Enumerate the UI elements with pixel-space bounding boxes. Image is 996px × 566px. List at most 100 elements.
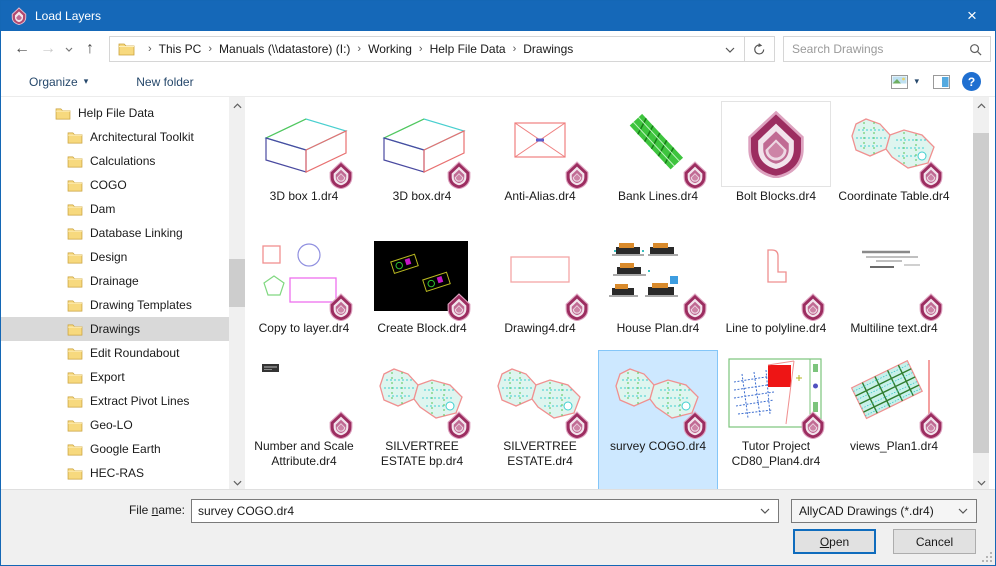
file-name-label: 3D box 1.dr4 bbox=[270, 189, 339, 204]
scroll-up-icon[interactable] bbox=[973, 97, 989, 114]
sidebar-item-calculations[interactable]: Calculations bbox=[1, 149, 229, 173]
file-item-copy-to-layer-dr4[interactable]: Copy to layer.dr4 bbox=[245, 233, 363, 351]
organize-button[interactable]: Organize ▾ bbox=[19, 67, 98, 96]
sidebar-item-architectural-toolkit[interactable]: Architectural Toolkit bbox=[1, 125, 229, 149]
file-name-dropdown-icon[interactable] bbox=[752, 508, 778, 514]
close-button[interactable]: × bbox=[949, 1, 995, 31]
breadcrumb-item[interactable]: Drawings bbox=[523, 42, 573, 56]
help-button[interactable]: ? bbox=[962, 72, 981, 91]
forward-button[interactable]: → bbox=[35, 36, 61, 62]
breadcrumb-item[interactable]: Manuals (\\datastore) (I:) bbox=[219, 42, 350, 56]
breadcrumb-separator-icon: › bbox=[506, 43, 524, 55]
houses-thumbnail bbox=[603, 233, 713, 319]
sidebar-item-drainage[interactable]: Drainage bbox=[1, 269, 229, 293]
scrollbar-thumb[interactable] bbox=[229, 259, 245, 307]
file-item-views-plan1-dr4[interactable]: views_Plan1.dr4 bbox=[835, 351, 953, 505]
file-item-create-block-dr4[interactable]: Create Block.dr4 bbox=[363, 233, 481, 351]
file-name-label: views_Plan1.dr4 bbox=[850, 439, 938, 454]
sidebar-item-drawing-templates[interactable]: Drawing Templates bbox=[1, 293, 229, 317]
sidebar-item-dam[interactable]: Dam bbox=[1, 197, 229, 221]
allycad-badge-icon bbox=[683, 293, 707, 321]
file-item-line-to-polyline-dr4[interactable]: Line to polyline.dr4 bbox=[717, 233, 835, 351]
sidebar-item-label: HEC-RAS bbox=[90, 466, 144, 480]
sidebar-item-help-file-data[interactable]: Help File Data bbox=[1, 101, 229, 125]
box3d-thumbnail bbox=[249, 101, 359, 187]
file-name-label: survey COGO.dr4 bbox=[610, 439, 706, 454]
file-name-label: Tutor Project CD80_Plan4.dr4 bbox=[720, 439, 832, 469]
thumbnail-view-icon bbox=[891, 75, 908, 89]
file-item-bolt-blocks-dr4[interactable]: Bolt Blocks.dr4 bbox=[717, 101, 835, 233]
search-box[interactable] bbox=[783, 36, 991, 62]
file-item-anti-alias-dr4[interactable]: Anti-Alias.dr4 bbox=[481, 101, 599, 233]
file-name-combobox[interactable] bbox=[191, 499, 779, 523]
file-item-silvertree-estate-bp-dr4[interactable]: SILVERTREE ESTATE bp.dr4 bbox=[363, 351, 481, 505]
file-item-number-and-scale-attribute-dr4[interactable]: Number and Scale Attribute.dr4 bbox=[245, 351, 363, 505]
breadcrumb-item[interactable]: Help File Data bbox=[430, 42, 506, 56]
title-bar[interactable]: Load Layers × bbox=[1, 1, 995, 31]
breadcrumb-item[interactable]: Working bbox=[368, 42, 412, 56]
folder-icon bbox=[67, 131, 83, 144]
navigation-bar: ← → ↑ ›This PC›Manuals (\\datastore) (I:… bbox=[1, 31, 995, 67]
sidebar-item-drawings[interactable]: Drawings bbox=[1, 317, 229, 341]
sidebar-item-geo-lo[interactable]: Geo-LO bbox=[1, 413, 229, 437]
file-name-label: Line to polyline.dr4 bbox=[726, 321, 827, 336]
search-input[interactable] bbox=[792, 42, 969, 56]
hatch-thumbnail bbox=[603, 101, 713, 187]
sidebar-scrollbar[interactable] bbox=[229, 97, 245, 491]
file-item-multiline-text-dr4[interactable]: Multiline text.dr4 bbox=[835, 233, 953, 351]
file-item-drawing4-dr4[interactable]: Drawing4.dr4 bbox=[481, 233, 599, 351]
dialog-footer: File name: AllyCAD Drawings (*.dr4) Open… bbox=[1, 489, 995, 565]
file-type-select[interactable]: AllyCAD Drawings (*.dr4) bbox=[791, 499, 977, 523]
file-item-house-plan-dr4[interactable]: House Plan.dr4 bbox=[599, 233, 717, 351]
folder-icon bbox=[67, 155, 83, 168]
address-dropdown-chevron-icon[interactable] bbox=[716, 42, 744, 56]
file-name-label: 3D box.dr4 bbox=[393, 189, 452, 204]
sidebar-item-label: Export bbox=[90, 370, 125, 384]
new-folder-button[interactable]: New folder bbox=[126, 67, 203, 96]
allycad-badge-icon bbox=[329, 293, 353, 321]
scroll-up-icon[interactable] bbox=[229, 97, 245, 114]
allycad-badge-icon bbox=[565, 161, 589, 189]
mapblob-thumbnail bbox=[603, 351, 713, 437]
file-name-label: Drawing4.dr4 bbox=[504, 321, 575, 336]
file-name-label: House Plan.dr4 bbox=[617, 321, 700, 336]
scrollbar-thumb[interactable] bbox=[973, 133, 989, 453]
view-mode-button[interactable]: ▾ bbox=[889, 75, 921, 89]
file-grid-scrollbar[interactable] bbox=[973, 97, 989, 491]
sidebar-item-database-linking[interactable]: Database Linking bbox=[1, 221, 229, 245]
organize-dropdown-icon: ▾ bbox=[84, 76, 89, 87]
sidebar-item-cogo[interactable]: COGO bbox=[1, 173, 229, 197]
preview-pane-button[interactable] bbox=[931, 75, 952, 89]
allycad-badge-icon bbox=[801, 411, 825, 439]
open-button[interactable]: Open bbox=[793, 529, 876, 554]
file-item-tutor-project-cd80-plan4-dr4[interactable]: Tutor Project CD80_Plan4.dr4 bbox=[717, 351, 835, 505]
resize-grip[interactable] bbox=[981, 551, 993, 563]
file-item-3d-box-1-dr4[interactable]: 3D box 1.dr4 bbox=[245, 101, 363, 233]
up-button[interactable]: ↑ bbox=[77, 36, 103, 62]
history-chevron-icon[interactable] bbox=[61, 36, 77, 62]
refresh-button[interactable] bbox=[745, 36, 775, 62]
file-name-input[interactable] bbox=[192, 504, 752, 518]
sidebar-item-extract-pivot-lines[interactable]: Extract Pivot Lines bbox=[1, 389, 229, 413]
sidebar-item-google-earth[interactable]: Google Earth bbox=[1, 437, 229, 461]
organize-label: Organize bbox=[29, 75, 78, 89]
file-name-label: Copy to layer.dr4 bbox=[259, 321, 350, 336]
cancel-button[interactable]: Cancel bbox=[893, 529, 976, 554]
breadcrumb-item[interactable]: This PC bbox=[159, 42, 202, 56]
sidebar-item-hec-ras[interactable]: HEC-RAS bbox=[1, 461, 229, 485]
file-item-3d-box-dr4[interactable]: 3D box.dr4 bbox=[363, 101, 481, 233]
folder-tree: Help File DataArchitectural ToolkitCalcu… bbox=[1, 97, 229, 491]
folder-icon bbox=[67, 179, 83, 192]
address-bar[interactable]: ›This PC›Manuals (\\datastore) (I:)›Work… bbox=[109, 36, 745, 62]
file-item-bank-lines-dr4[interactable]: Bank Lines.dr4 bbox=[599, 101, 717, 233]
sidebar-item-label: COGO bbox=[90, 178, 127, 192]
file-item-silvertree-estate-dr4[interactable]: SILVERTREE ESTATE.dr4 bbox=[481, 351, 599, 505]
file-item-coordinate-table-dr4[interactable]: Coordinate Table.dr4 bbox=[835, 101, 953, 233]
back-button[interactable]: ← bbox=[9, 36, 35, 62]
sidebar-item-export[interactable]: Export bbox=[1, 365, 229, 389]
sidebar-item-edit-roundabout[interactable]: Edit Roundabout bbox=[1, 341, 229, 365]
file-item-survey-cogo-dr4[interactable]: survey COGO.dr4 bbox=[599, 351, 717, 505]
allycad-badge-icon bbox=[919, 293, 943, 321]
sidebar-item-design[interactable]: Design bbox=[1, 245, 229, 269]
allycad-badge-icon bbox=[919, 411, 943, 439]
